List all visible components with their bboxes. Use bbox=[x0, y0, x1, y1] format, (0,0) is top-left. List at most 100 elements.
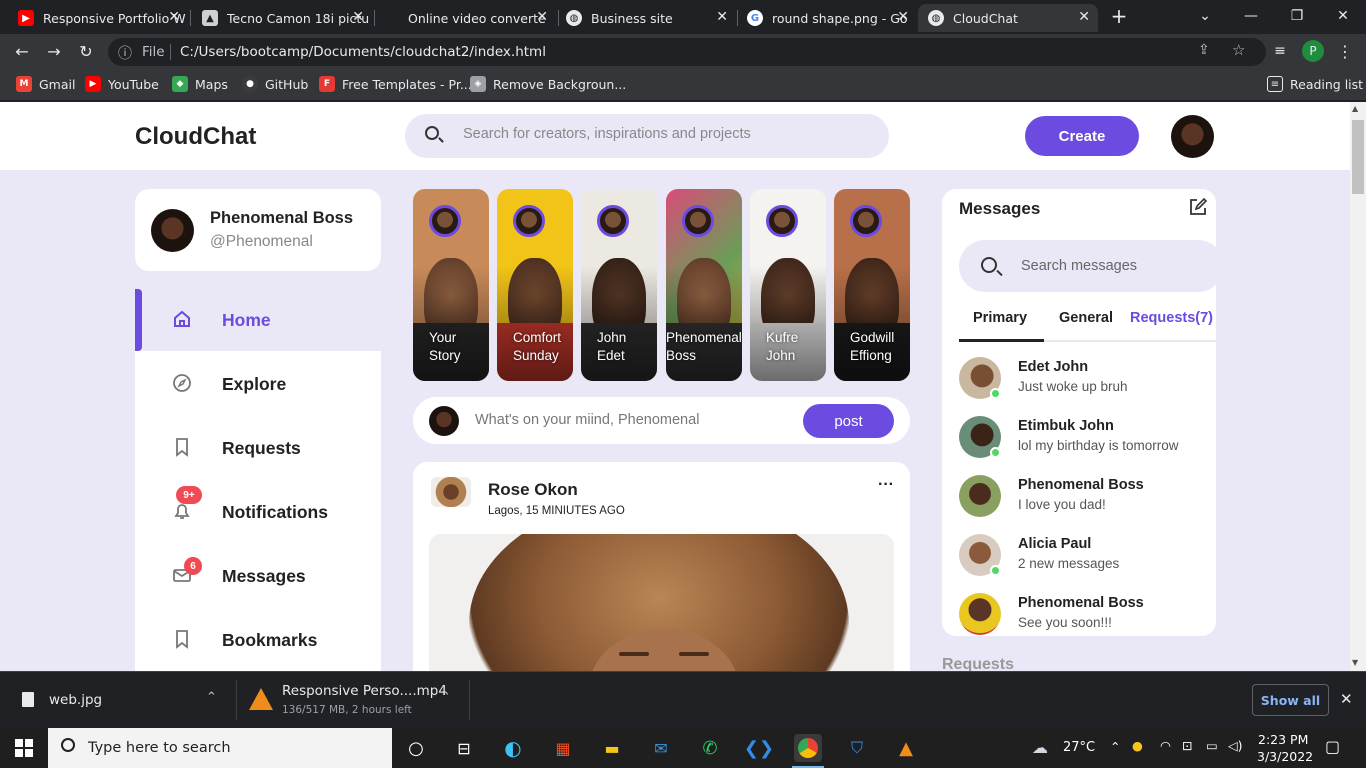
bookmark-free-templates[interactable]: F Free Templates - Pr... bbox=[319, 68, 472, 100]
volume-icon[interactable]: ◁) bbox=[1228, 738, 1243, 753]
media-control-icon[interactable]: ≡ bbox=[1265, 34, 1295, 68]
download-item[interactable]: Responsive Perso....mp4 136/517 MB, 2 ho… bbox=[237, 672, 469, 729]
notification-center-icon[interactable]: ▢ bbox=[1325, 737, 1340, 756]
message-item[interactable]: Etimbuk John lol my birthday is tomorrow bbox=[959, 416, 1209, 466]
bookmark-gmail[interactable]: M Gmail bbox=[16, 68, 75, 100]
chevron-up-icon[interactable]: ⌃ bbox=[440, 690, 451, 705]
message-item[interactable]: Edet John Just woke up bruh bbox=[959, 357, 1209, 407]
wifi-icon[interactable]: ◠ bbox=[1160, 738, 1171, 753]
message-item[interactable]: Phenomenal Boss I love you dad! bbox=[959, 475, 1209, 525]
minimize-icon[interactable]: — bbox=[1228, 0, 1274, 32]
story-card[interactable]: Kufre John bbox=[750, 189, 826, 381]
sidebar-item-bookmarks[interactable]: Bookmarks bbox=[135, 609, 381, 671]
sidebar-item-messages[interactable]: 6 Messages bbox=[135, 545, 381, 607]
bookmark-github[interactable]: ● GitHub bbox=[242, 68, 308, 100]
share-icon[interactable]: ⇪ bbox=[1198, 42, 1210, 58]
post-button[interactable]: post bbox=[803, 404, 894, 438]
close-download-bar-icon[interactable]: ✕ bbox=[1340, 690, 1353, 708]
address-bar[interactable]: ⓘ File C:/Users/bootcamp/Documents/cloud… bbox=[108, 38, 1266, 66]
close-window-icon[interactable]: ✕ bbox=[1320, 0, 1366, 32]
avatar[interactable] bbox=[431, 477, 471, 507]
story-card[interactable]: John Edet bbox=[581, 189, 657, 381]
browser-tab[interactable]: G round shape.png - Go ✕ bbox=[737, 4, 917, 32]
mail-icon[interactable]: ✉ bbox=[647, 734, 675, 762]
browser-tab[interactable]: ▶ Responsive Portfolio W ✕ bbox=[8, 4, 188, 32]
post-author[interactable]: Rose Okon bbox=[488, 480, 578, 500]
bookmark-maps[interactable]: ◆ Maps bbox=[172, 68, 228, 100]
bookmark-remove-background[interactable]: ◈ Remove Backgroun... bbox=[470, 68, 626, 100]
profile-card[interactable]: Phenomenal Boss @Phenomenal bbox=[135, 189, 381, 271]
avatar[interactable] bbox=[1171, 115, 1214, 158]
task-view-icon[interactable]: ⊟ bbox=[450, 734, 478, 762]
weather-icon[interactable]: ☁ bbox=[1032, 738, 1048, 757]
store-icon[interactable]: ▦ bbox=[549, 734, 577, 762]
edge-icon[interactable]: ◐ bbox=[499, 734, 527, 762]
sidebar-item-home[interactable]: Home bbox=[135, 289, 381, 351]
post-input[interactable]: What's on your miind, Phenomenal bbox=[475, 412, 795, 428]
star-icon[interactable]: ☆ bbox=[1232, 41, 1245, 59]
profile-button[interactable]: P bbox=[1298, 34, 1328, 68]
temperature[interactable]: 27°C bbox=[1063, 740, 1095, 755]
close-tab-icon[interactable]: ✕ bbox=[897, 9, 909, 25]
close-tab-icon[interactable]: ✕ bbox=[1078, 9, 1090, 25]
forward-icon[interactable]: → bbox=[39, 34, 69, 68]
clock-time[interactable]: 2:23 PM bbox=[1258, 732, 1308, 747]
bookmark-youtube[interactable]: ▶ YouTube bbox=[85, 68, 159, 100]
battery-icon[interactable]: ▭ bbox=[1206, 738, 1218, 753]
scroll-down-icon[interactable]: ▼ bbox=[1352, 658, 1358, 667]
close-tab-icon[interactable]: ✕ bbox=[168, 9, 180, 25]
cortana-icon[interactable]: ○ bbox=[402, 734, 430, 762]
windows-start-icon[interactable] bbox=[10, 734, 38, 762]
message-search[interactable] bbox=[959, 240, 1216, 292]
reload-icon[interactable]: ↻ bbox=[71, 34, 101, 68]
folder-icon[interactable]: ▬ bbox=[598, 734, 626, 762]
story-card[interactable]: Godwill Effiong bbox=[834, 189, 910, 381]
tab-search-icon[interactable]: ⌄ bbox=[1182, 0, 1228, 32]
vscode-icon[interactable]: ❮❯ bbox=[744, 734, 774, 762]
reading-list[interactable]: ≡ Reading list bbox=[1267, 68, 1363, 100]
more-icon[interactable]: ··· bbox=[878, 476, 894, 494]
whatsapp-icon[interactable]: ✆ bbox=[696, 734, 724, 762]
message-item[interactable]: Alicia Paul 2 new messages bbox=[959, 534, 1209, 584]
story-card[interactable]: Phenomenal Boss bbox=[666, 189, 742, 381]
back-icon[interactable]: ← bbox=[7, 34, 37, 68]
download-item[interactable]: web.jpg ⌃ bbox=[0, 672, 236, 729]
app-tray-icon[interactable]: ● bbox=[1132, 738, 1143, 753]
logo[interactable]: CloudChat bbox=[135, 123, 256, 151]
browser-tab[interactable]: ▲ Tecno Camon 18i pictu ✕ bbox=[192, 4, 372, 32]
close-tab-icon[interactable]: ✕ bbox=[536, 9, 548, 25]
close-tab-icon[interactable]: ✕ bbox=[352, 9, 364, 25]
chrome-icon[interactable] bbox=[794, 734, 822, 762]
vlc-icon[interactable]: ▲ bbox=[892, 734, 920, 762]
restore-icon[interactable]: ❐ bbox=[1274, 0, 1320, 32]
info-icon[interactable]: ⓘ bbox=[118, 43, 132, 63]
tab-primary[interactable]: Primary bbox=[973, 310, 1027, 326]
new-tab-icon[interactable]: + bbox=[1096, 0, 1142, 32]
post-image[interactable] bbox=[429, 534, 894, 671]
menu-icon[interactable]: ⋮ bbox=[1330, 34, 1360, 68]
close-tab-icon[interactable]: ✕ bbox=[716, 9, 728, 25]
chevron-up-icon[interactable]: ⌃ bbox=[1110, 739, 1120, 754]
tab-general[interactable]: General bbox=[1059, 310, 1113, 326]
browser-tab-active[interactable]: ◍ CloudChat ✕ bbox=[918, 4, 1098, 32]
message-item[interactable]: Phenomenal Boss See you soon!!! bbox=[959, 593, 1209, 636]
show-all-button[interactable]: Show all bbox=[1252, 684, 1329, 716]
search-input[interactable] bbox=[463, 126, 863, 142]
tab-requests[interactable]: Requests(7) bbox=[1130, 310, 1213, 326]
browser-tab[interactable]: Online video converte ✕ bbox=[376, 4, 556, 32]
search-bar[interactable] bbox=[405, 114, 889, 158]
sidebar-item-notifications[interactable]: 9+ Notifications bbox=[135, 481, 381, 543]
message-search-input[interactable] bbox=[1021, 258, 1201, 274]
url-text[interactable]: C:/Users/bootcamp/Documents/cloudchat2/i… bbox=[180, 44, 546, 60]
edit-icon[interactable] bbox=[1188, 197, 1208, 217]
chevron-up-icon[interactable]: ⌃ bbox=[206, 690, 217, 705]
create-button[interactable]: Create bbox=[1025, 116, 1139, 156]
clock-date[interactable]: 3/3/2022 bbox=[1257, 749, 1313, 764]
shield-icon[interactable]: ⛉ bbox=[843, 734, 871, 762]
scroll-up-icon[interactable]: ▲ bbox=[1352, 104, 1358, 113]
scrollbar-thumb[interactable] bbox=[1352, 120, 1364, 194]
sidebar-item-requests[interactable]: Requests bbox=[135, 417, 381, 479]
story-card[interactable]: Comfort Sunday bbox=[497, 189, 573, 381]
browser-tab[interactable]: ◍ Business site ✕ bbox=[556, 4, 736, 32]
taskbar-search[interactable]: Type here to search bbox=[48, 728, 392, 768]
